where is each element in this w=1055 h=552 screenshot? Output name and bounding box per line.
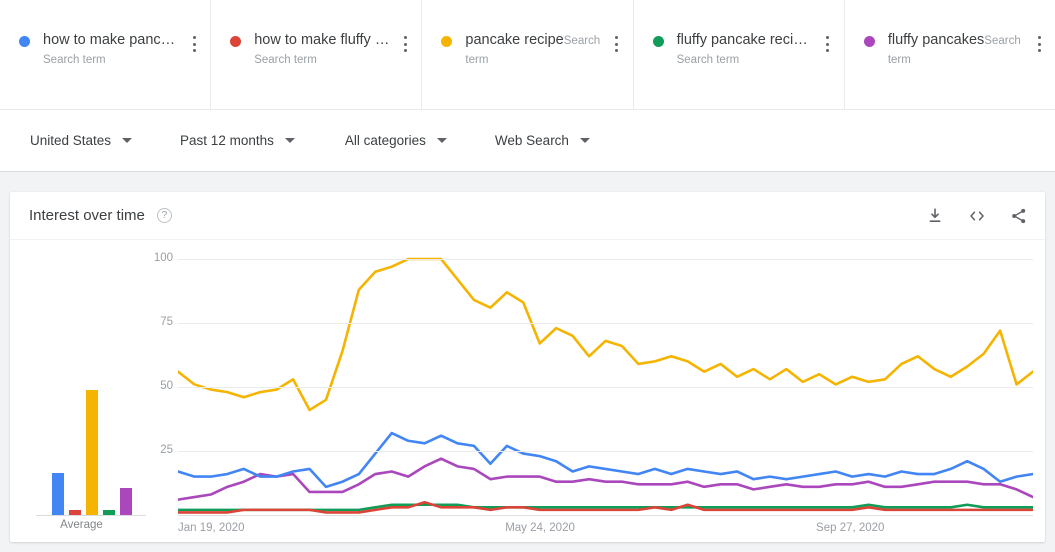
chevron-down-icon [285, 138, 295, 143]
average-baseline [36, 515, 146, 516]
filter-dropdown-1[interactable]: United States [30, 132, 132, 150]
search-term-card[interactable]: pancake recipeSearch term [422, 0, 633, 109]
y-axis-tick-label: 75 [153, 316, 173, 328]
kebab-menu-icon[interactable] [186, 33, 202, 55]
search-term-label: fluffy pancakes [888, 32, 984, 48]
filter-dropdown-3[interactable]: All categories [345, 132, 447, 150]
average-bar [86, 390, 98, 515]
interest-over-time-plot: 100 75 50 25 Jan 19, 2020 May 24, 2020 Sep 27,… [153, 240, 1045, 541]
series-color-dot [864, 36, 875, 47]
search-term-texts: how to make panc… Search term [43, 31, 186, 68]
filter-label: United States [30, 132, 111, 150]
plot-lines [178, 240, 1033, 520]
search-term-label: pancake recipe [465, 32, 563, 48]
question-mark-icon[interactable]: ? [157, 208, 172, 223]
search-terms-row: how to make panc…Search termhow to make … [0, 0, 1055, 110]
search-term-content: pancake recipeSearch term [422, 31, 632, 68]
chart-tools [925, 206, 1029, 226]
kebab-menu-icon[interactable] [1031, 33, 1047, 55]
search-term-card[interactable]: fluffy pancakesSearch term [845, 0, 1055, 109]
y-axis-tick-label: 50 [153, 380, 173, 392]
gridline [178, 451, 1033, 452]
y-axis-tick-label: 100 [153, 252, 173, 264]
average-label: Average [10, 519, 153, 531]
x-axis-tick-label: May 24, 2020 [505, 522, 575, 534]
chart-body: Average 100 75 50 25 Jan 19, 2020 May 24, 202… [10, 240, 1045, 541]
filter-label: All categories [345, 132, 426, 150]
download-icon[interactable] [925, 206, 945, 226]
x-axis-tick-label: Jan 19, 2020 [178, 522, 245, 534]
gridline [178, 323, 1033, 324]
gridline [178, 387, 1033, 388]
y-axis-tick-label: 25 [153, 444, 173, 456]
average-bars [52, 390, 132, 515]
search-term-content: fluffy pancake reci… Search term [634, 31, 844, 68]
chevron-down-icon [437, 138, 447, 143]
search-term-type: Search term [254, 54, 317, 66]
x-axis-tick-label: Sep 27, 2020 [816, 522, 884, 534]
series-line [178, 459, 1033, 500]
average-bar [120, 488, 132, 516]
chevron-down-icon [580, 138, 590, 143]
search-term-content: fluffy pancakesSearch term [845, 31, 1055, 68]
series-color-dot [441, 36, 452, 47]
x-axis-baseline [178, 515, 1033, 516]
series-color-dot [653, 36, 664, 47]
series-color-dot [230, 36, 241, 47]
search-term-card[interactable]: how to make fluffy … Search term [211, 0, 422, 109]
chart-title: Interest over time [29, 206, 145, 226]
average-bar-chart: Average [10, 240, 153, 541]
kebab-menu-icon[interactable] [397, 33, 413, 55]
search-term-content: how to make fluffy … Search term [211, 31, 421, 68]
google-trends-page: how to make panc…Search termhow to make … [0, 0, 1055, 552]
filter-label: Web Search [495, 132, 569, 150]
search-term-type: Search term [677, 54, 740, 66]
filter-label: Past 12 months [180, 132, 274, 150]
chart-header: Interest over time ? [10, 192, 1045, 240]
series-color-dot [19, 36, 30, 47]
gridline [178, 259, 1033, 260]
search-term-card[interactable]: how to make panc… Search term [0, 0, 211, 109]
kebab-menu-icon[interactable] [609, 33, 625, 55]
interest-over-time-card: Interest over time ? [10, 192, 1045, 542]
series-line [178, 433, 1033, 487]
search-term-type: Search term [43, 54, 106, 66]
search-term-label: how to make panc… [43, 32, 175, 48]
chevron-down-icon [122, 138, 132, 143]
embed-code-icon[interactable] [967, 206, 987, 226]
filter-dropdown-4[interactable]: Web Search [495, 132, 590, 150]
search-term-texts: fluffy pancake reci… Search term [677, 31, 820, 68]
search-term-card[interactable]: fluffy pancake reci… Search term [634, 0, 845, 109]
filter-dropdown-2[interactable]: Past 12 months [180, 132, 295, 150]
search-term-content: how to make panc… Search term [0, 31, 210, 68]
search-term-label: fluffy pancake reci… [677, 32, 808, 48]
search-term-label: how to make fluffy … [254, 32, 389, 48]
share-icon[interactable] [1009, 206, 1029, 226]
kebab-menu-icon[interactable] [820, 33, 836, 55]
search-term-texts: pancake recipeSearch term [465, 31, 608, 68]
filter-bar: United States Past 12 months All categorie… [0, 110, 1055, 172]
search-term-texts: how to make fluffy … Search term [254, 31, 397, 68]
search-term-texts: fluffy pancakesSearch term [888, 31, 1031, 68]
average-bar [52, 473, 64, 516]
